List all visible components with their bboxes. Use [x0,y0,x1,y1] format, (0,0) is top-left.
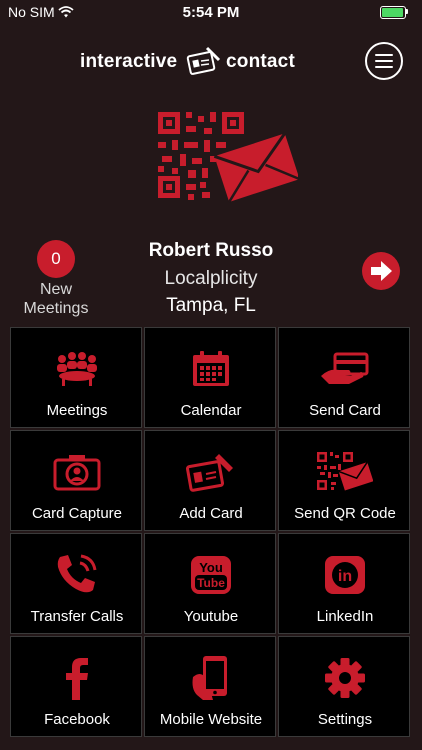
profile-name: Robert Russo [148,240,274,261]
tile-label: LinkedIn [316,608,374,625]
meetings-count-badge: 0 [37,240,75,278]
new-meetings-counter[interactable]: 0 New Meetings [20,240,92,318]
youtube-icon: You Tube [191,556,231,594]
card-pen-icon [186,46,221,75]
camera-icon [53,455,101,491]
meetings-label: New Meetings [23,281,89,317]
send-card-tile[interactable]: Send Card [278,327,410,428]
profile-location: Tampa, FL [166,295,256,316]
menu-line [375,54,393,56]
arrow-right-icon [371,261,392,281]
mobile-phone-icon [192,656,227,700]
svg-text:You: You [199,560,223,575]
status-time: 5:54 PM [182,4,240,21]
logo-text-right: contact [226,51,295,72]
gear-icon [325,658,365,698]
facebook-icon [66,658,88,700]
calendar-icon [193,351,229,386]
meeting-icon [57,352,97,386]
logo-text-left: interactive [80,51,178,72]
hand-card-icon [321,352,369,384]
tile-label: Mobile Website [159,711,263,728]
phone-icon [57,554,97,593]
svg-text:Tube: Tube [197,576,225,590]
linkedin-icon: in [325,556,365,594]
transfer-calls-tile[interactable]: Transfer Calls [10,533,142,634]
youtube-tile[interactable]: You Tube Youtube [144,533,276,634]
tile-label: Calendar [180,402,242,419]
tile-label: Meetings [46,402,108,419]
menu-button[interactable] [365,42,403,80]
settings-tile[interactable]: Settings [278,636,410,737]
battery-tip [406,9,408,14]
tile-label: Youtube [183,608,239,625]
meetings-tile[interactable]: Meetings [10,327,142,428]
next-button[interactable] [362,252,400,290]
svg-text:in: in [338,568,352,585]
card-capture-tile[interactable]: Card Capture [10,430,142,531]
profile-company: Localplicity [164,268,258,289]
tile-label: Card Capture [31,505,123,522]
tile-label: Transfer Calls [30,608,124,625]
menu-line [375,66,393,68]
tile-label: Settings [317,711,373,728]
send-qr-code-tile[interactable]: Send QR Code [278,430,410,531]
tile-label: Facebook [44,711,110,728]
tile-label: Send Card [309,402,381,419]
app-logo: interactive contact [80,44,300,78]
qr-mail-icon [317,452,373,491]
tile-label: Add Card [179,505,243,522]
add-card-icon [185,454,233,492]
facebook-tile[interactable]: Facebook [10,636,142,737]
calendar-tile[interactable]: Calendar [144,327,276,428]
status-bar: No SIM 5:54 PM [0,0,422,24]
mobile-website-tile[interactable]: Mobile Website [144,636,276,737]
qr-mail-hero-icon [158,112,298,203]
linkedin-tile[interactable]: in LinkedIn [278,533,410,634]
tile-label: Send QR Code [294,505,396,522]
battery-icon [380,6,406,19]
profile-info: Robert Russo Localplicity Tampa, FL [100,240,322,317]
menu-line [375,60,393,62]
add-card-tile[interactable]: Add Card [144,430,276,531]
